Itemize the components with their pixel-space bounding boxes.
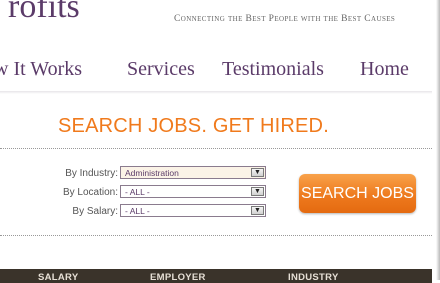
- logo-text[interactable]: rofits: [8, 0, 80, 26]
- search-jobs-button[interactable]: SEARCH JOBS: [299, 174, 416, 213]
- salary-select-value: - ALL -: [125, 206, 150, 216]
- section-divider-bottom: [0, 235, 432, 236]
- tagline-text: Connecting the Best People with the Best…: [174, 14, 396, 24]
- nav-divider: [0, 91, 432, 94]
- industry-select[interactable]: Administration ▼: [120, 166, 266, 179]
- salary-select[interactable]: - ALL - ▼: [120, 204, 266, 217]
- nav-item-services[interactable]: Services: [127, 58, 195, 81]
- nav-item-how-it-works[interactable]: w It Works: [0, 58, 82, 81]
- column-header-industry[interactable]: INDUSTRY: [288, 272, 339, 283]
- industry-label: By Industry:: [65, 168, 118, 179]
- location-select[interactable]: - ALL - ▼: [120, 185, 266, 198]
- salary-row: By Salary: - ALL - ▼: [0, 204, 270, 220]
- column-header-employer[interactable]: EMPLOYER: [150, 272, 206, 283]
- nav-item-testimonials[interactable]: Testimonials: [222, 58, 324, 81]
- location-row: By Location: - ALL - ▼: [0, 185, 270, 201]
- column-header-salary[interactable]: SALARY: [38, 272, 79, 283]
- chevron-down-icon[interactable]: ▼: [251, 206, 264, 215]
- chevron-down-icon[interactable]: ▼: [251, 168, 264, 177]
- location-label: By Location:: [62, 187, 118, 198]
- section-divider-top: [0, 148, 432, 149]
- industry-select-value: Administration: [125, 168, 179, 178]
- industry-row: By Industry: Administration ▼: [0, 166, 270, 182]
- page-edge-shadow: [436, 0, 440, 280]
- chevron-down-icon[interactable]: ▼: [251, 187, 264, 196]
- nav-item-home[interactable]: Home: [360, 58, 409, 81]
- jobs-table-header: SALARY EMPLOYER INDUSTRY: [0, 269, 432, 283]
- salary-label: By Salary:: [72, 206, 118, 217]
- location-select-value: - ALL -: [125, 187, 150, 197]
- tagline: Connecting the Best People with the Best…: [174, 14, 395, 24]
- search-heading: SEARCH JOBS. GET HIRED.: [58, 115, 329, 137]
